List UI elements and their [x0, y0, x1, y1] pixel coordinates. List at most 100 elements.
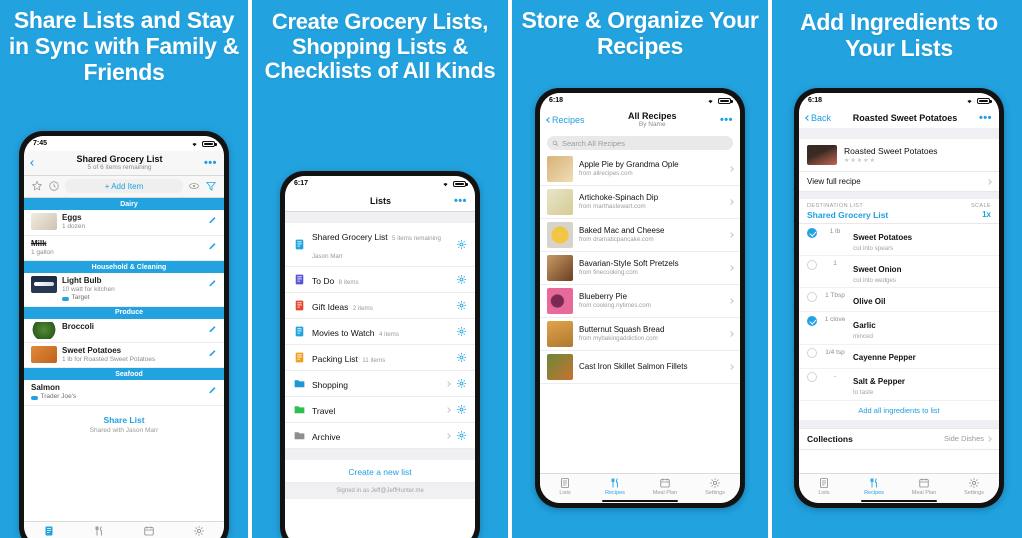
- rating-stars[interactable]: ★★★★★: [844, 157, 938, 164]
- list-item[interactable]: To Do 8 items: [285, 267, 475, 294]
- item-store: Target: [62, 294, 203, 302]
- share-list-block[interactable]: Share List Shared with Jason Marr: [24, 406, 224, 440]
- tab-meal-plan[interactable]: Meal Plan: [640, 477, 690, 496]
- recipe-row[interactable]: Butternut Squash Bread from mybakingaddi…: [540, 318, 740, 352]
- ingredient-row[interactable]: - Salt & Pepper to taste: [799, 369, 999, 401]
- tab-bar[interactable]: Lists Recipes Meal Plan Settings: [24, 520, 224, 538]
- recipe-row[interactable]: Blueberry Pie from cooking.nytimes.com: [540, 285, 740, 319]
- tab-settings[interactable]: Settings: [690, 477, 740, 496]
- ingredient-checkbox[interactable]: [807, 348, 817, 359]
- recipe-row[interactable]: Bavarian-Style Soft Pretzels from fineco…: [540, 252, 740, 286]
- phone-mockup-2: 6:17 Lists ••• Shared Grocery List 5 ite…: [280, 171, 480, 538]
- ingredient-row[interactable]: 1 Sweet Onion cut into wedges: [799, 256, 999, 289]
- ingredient-checkbox[interactable]: [807, 315, 817, 326]
- tab-settings[interactable]: Settings: [174, 525, 224, 538]
- list-folder[interactable]: Travel: [285, 397, 475, 424]
- chevron-right-icon: [986, 435, 992, 442]
- tab-bar[interactable]: Lists Recipes Meal Plan Settings: [540, 472, 740, 498]
- ingredient-row[interactable]: 1 clove Garlic minced: [799, 312, 999, 345]
- recipe-source: from dramaticpancake.com: [579, 236, 654, 244]
- item-thumbnail: [31, 345, 57, 363]
- ingredient-row[interactable]: 1 Tbsp Olive Oil: [799, 288, 999, 313]
- tab-recipes[interactable]: Recipes: [849, 477, 899, 496]
- share-list-link[interactable]: Share List: [24, 415, 224, 425]
- nav-bar: Back Roasted Sweet Potatoes •••: [799, 108, 999, 129]
- edit-pencil-icon[interactable]: [208, 385, 217, 394]
- list-item[interactable]: Packing List 11 items: [285, 345, 475, 372]
- list-item[interactable]: Eggs 1 dozen: [24, 210, 224, 236]
- destination-row[interactable]: Shared Grocery List 1x: [799, 210, 999, 225]
- list-folder[interactable]: Shopping: [285, 371, 475, 398]
- tab-bar[interactable]: Lists Recipes Meal Plan Settings: [799, 472, 999, 498]
- gear-icon[interactable]: [456, 239, 467, 250]
- list-item[interactable]: Movies to Watch 4 items: [285, 319, 475, 346]
- edit-pencil-icon[interactable]: [208, 215, 217, 224]
- edit-pencil-icon[interactable]: [208, 278, 217, 287]
- view-full-recipe-button[interactable]: View full recipe: [799, 172, 999, 193]
- add-item-button[interactable]: + Add Item: [65, 179, 183, 194]
- tab-settings[interactable]: Settings: [949, 477, 999, 496]
- edit-pencil-icon[interactable]: [208, 324, 217, 333]
- more-options-button[interactable]: •••: [454, 196, 467, 206]
- clock-icon[interactable]: [48, 180, 60, 192]
- gear-icon[interactable]: [456, 300, 467, 311]
- back-button[interactable]: Back: [805, 113, 831, 123]
- filter-icon[interactable]: [205, 180, 217, 192]
- tab-meal-plan[interactable]: Meal Plan: [124, 525, 174, 538]
- ingredient-checkbox[interactable]: [807, 372, 817, 383]
- lists-collection[interactable]: Shared Grocery List 5 items remaining Ja…: [285, 223, 475, 538]
- chevron-right-icon: [445, 433, 451, 439]
- list-item[interactable]: Gift Ideas 2 items: [285, 293, 475, 320]
- destination-list-name[interactable]: Shared Grocery List: [807, 210, 888, 220]
- panel-store-recipes: Store & Organize Your Recipes 6:18 Recip…: [512, 0, 768, 538]
- collections-row[interactable]: Collections Side Dishes: [799, 427, 999, 450]
- gear-icon[interactable]: [456, 352, 467, 363]
- edit-pencil-icon[interactable]: [208, 348, 217, 357]
- list-item[interactable]: Broccoli: [24, 319, 224, 343]
- tab-lists[interactable]: Lists: [799, 477, 849, 496]
- gear-icon[interactable]: [456, 274, 467, 285]
- list-item[interactable]: Sweet Potatoes 1 lb for Roasted Sweet Po…: [24, 343, 224, 369]
- ingredient-row[interactable]: 1 lb Sweet Potatoes cut into spears: [799, 224, 999, 257]
- create-new-list-button[interactable]: Create a new list: [285, 460, 475, 484]
- list-item[interactable]: Milk 1 gallon: [24, 236, 224, 262]
- ingredient-checkbox[interactable]: [807, 291, 817, 302]
- back-button[interactable]: Recipes: [546, 115, 585, 125]
- scale-value[interactable]: 1x: [982, 210, 991, 220]
- eye-icon[interactable]: [188, 180, 200, 192]
- tab-recipes[interactable]: Recipes: [74, 525, 124, 538]
- recipe-row[interactable]: Artichoke-Spinach Dip from marthastewart…: [540, 186, 740, 220]
- folder-icon: [293, 377, 306, 390]
- scale-label: SCALE: [970, 203, 991, 210]
- recipe-detail[interactable]: Roasted Sweet Potatoes ★★★★★ View full r…: [799, 139, 999, 473]
- ingredient-checkbox[interactable]: [807, 259, 817, 270]
- tab-recipes[interactable]: Recipes: [590, 477, 640, 496]
- star-icon[interactable]: [31, 180, 43, 192]
- more-options-button[interactable]: •••: [204, 158, 217, 168]
- gear-icon[interactable]: [456, 430, 467, 441]
- item-thumbnail: [31, 321, 57, 339]
- more-options-button[interactable]: •••: [979, 113, 992, 123]
- search-input[interactable]: Search All Recipes: [547, 136, 733, 151]
- settings-icon: [174, 525, 224, 538]
- recipes-list[interactable]: Apple Pie by Grandma Ople from allrecipe…: [540, 153, 740, 473]
- edit-pencil-icon[interactable]: [208, 241, 217, 250]
- recipe-row[interactable]: Cast Iron Skillet Salmon Fillets: [540, 351, 740, 385]
- grocery-list[interactable]: Dairy Eggs 1 dozen Milk 1 gallon Househo…: [24, 198, 224, 521]
- ingredient-row[interactable]: 1/4 tsp Cayenne Pepper: [799, 345, 999, 369]
- list-item[interactable]: Light Bulb 10 watt for kitchen Target: [24, 273, 224, 307]
- ingredient-checkbox[interactable]: [807, 227, 817, 238]
- recipe-row[interactable]: Baked Mac and Cheese from dramaticpancak…: [540, 219, 740, 253]
- tab-lists[interactable]: Lists: [24, 525, 74, 538]
- tab-lists[interactable]: Lists: [540, 477, 590, 496]
- list-item[interactable]: Shared Grocery List 5 items remaining Ja…: [285, 223, 475, 268]
- gear-icon[interactable]: [456, 404, 467, 415]
- gear-icon[interactable]: [456, 378, 467, 389]
- recipe-row[interactable]: Apple Pie by Grandma Ople from allrecipe…: [540, 153, 740, 187]
- gear-icon[interactable]: [456, 326, 467, 337]
- add-all-ingredients-button[interactable]: Add all ingredients to list: [799, 400, 999, 420]
- tab-meal-plan[interactable]: Meal Plan: [899, 477, 949, 496]
- list-folder[interactable]: Archive: [285, 423, 475, 450]
- more-options-button[interactable]: •••: [720, 115, 733, 125]
- list-item[interactable]: Salmon Trader Joe's: [24, 380, 224, 406]
